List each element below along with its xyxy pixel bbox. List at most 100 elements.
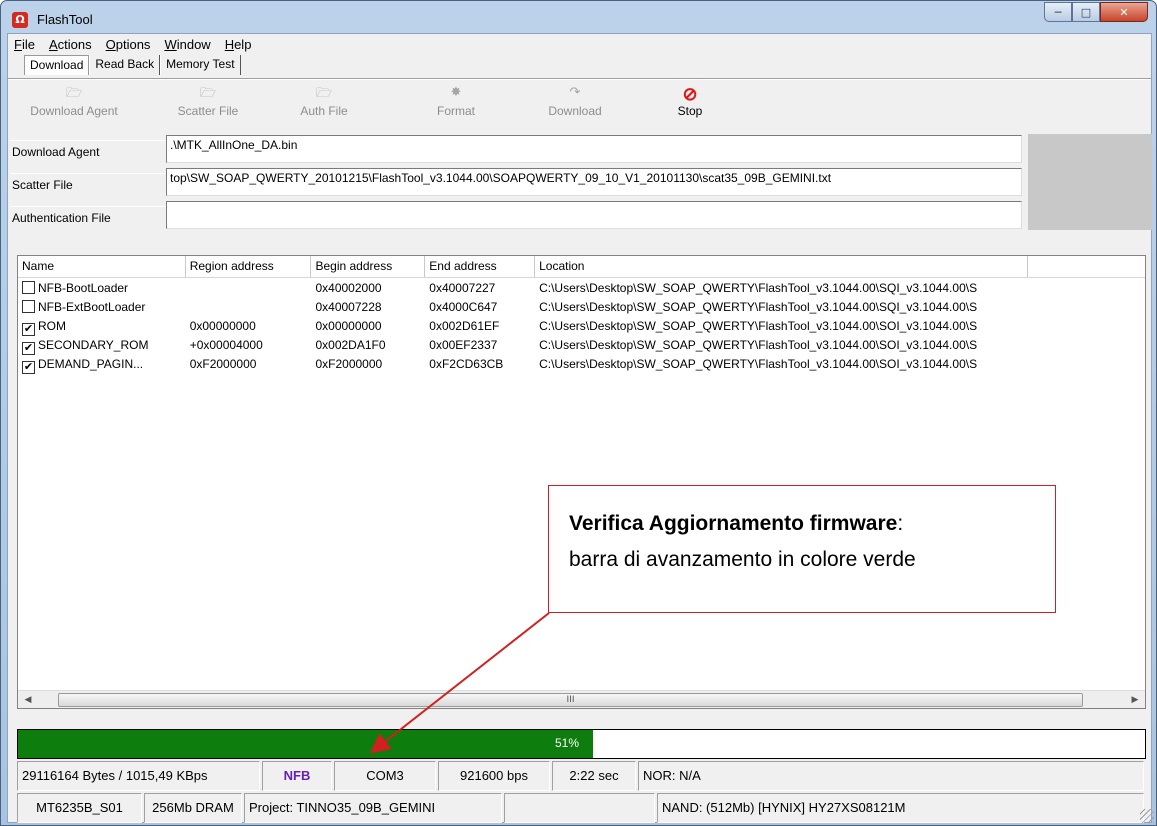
tab-memory-test[interactable]: Memory Test (160, 55, 241, 75)
tab-read-back[interactable]: Read Back (89, 55, 161, 75)
status-nand: NAND: (512Mb) [HYNIX] HY27XS08121M (657, 793, 1144, 823)
table-row[interactable]: NFB-BootLoader 0x40002000 0x40007227 C:\… (18, 279, 1145, 298)
folder-open-icon: 🗁 (315, 85, 333, 100)
column-header-begin[interactable]: Begin address (311, 256, 426, 277)
folder-open-icon: 🗁 (199, 85, 217, 100)
row-begin: 0xF2000000 (315, 357, 383, 371)
table-row[interactable]: DEMAND_PAGIN... 0xF2000000 0xF2000000 0x… (18, 355, 1145, 374)
menu-help[interactable]: Help (225, 37, 252, 52)
region-list[interactable]: Name Region address Begin address End ad… (17, 255, 1146, 709)
row-name-cell: ROM (18, 317, 186, 336)
row-checkbox[interactable] (22, 281, 35, 294)
stop-button-label: Stop (677, 104, 703, 118)
row-location: C:\Users\Desktop\SW_SOAP_QWERTY\FlashToo… (539, 300, 978, 314)
download-agent-row: Download Agent .\MTK_AllInOne_DA.bin (8, 134, 1026, 166)
callout-line-1: Verifica Aggiornamento firmware: (569, 506, 1055, 542)
auth-file-button-label: Auth File (300, 104, 348, 118)
tab-strip: Download Read Back Memory Test (24, 55, 241, 75)
table-row[interactable]: SECONDARY_ROM +0x00004000 0x002DA1F0 0x0… (18, 336, 1145, 355)
row-checkbox[interactable] (22, 361, 35, 374)
stop-icon: ⊘ (682, 84, 698, 104)
status-bar-2: MT6235B_S01 256Mb DRAM Project: TINNO35_… (17, 793, 1146, 823)
column-header-name[interactable]: Name (18, 256, 186, 277)
status-time: 2:22 sec (552, 761, 636, 791)
close-button[interactable]: ✕ (1100, 2, 1148, 22)
callout-colon: : (897, 512, 904, 535)
tab-download[interactable]: Download (24, 55, 90, 75)
status-bar-1: 29116164 Bytes / 1015,49 KBps NFB COM3 9… (17, 761, 1146, 791)
toolbar: 🗁 Download Agent 🗁 Scatter File 🗁 Auth F… (8, 84, 1151, 134)
row-region: 0xF2000000 (189, 357, 257, 371)
progress-bar-fill (18, 730, 593, 758)
status-transfer: 29116164 Bytes / 1015,49 KBps (17, 761, 260, 791)
folder-open-icon: 🗁 (65, 85, 83, 100)
row-location: C:\Users\Desktop\SW_SOAP_QWERTY\FlashToo… (539, 338, 978, 352)
column-header-end[interactable]: End address (425, 256, 536, 277)
column-header-filler (1028, 256, 1145, 277)
resize-grip-icon[interactable] (1140, 809, 1154, 823)
menu-options[interactable]: Options (106, 37, 151, 52)
status-blank (504, 793, 655, 823)
menu-bar: File Actions Options Window Help (8, 34, 1151, 54)
row-end: 0x4000C647 (429, 300, 498, 314)
list-header: Name Region address Begin address End ad… (18, 256, 1145, 278)
row-begin: 0x40007228 (315, 300, 382, 314)
row-name-cell: DEMAND_PAGIN... (18, 355, 186, 374)
status-nor: NOR: N/A (638, 761, 1144, 791)
scroll-right-icon[interactable]: ▶ (1128, 693, 1142, 707)
row-location: C:\Users\Desktop\SW_SOAP_QWERTY\FlashToo… (539, 281, 978, 295)
download-agent-field[interactable]: .\MTK_AllInOne_DA.bin (166, 135, 1022, 163)
status-project: Project: TINNO35_09B_GEMINI (244, 793, 502, 823)
format-button[interactable]: ✸ Format (430, 84, 482, 118)
download-agent-button[interactable]: 🗁 Download Agent (8, 84, 140, 118)
format-icon: ✸ (450, 84, 462, 99)
row-name: NFB-ExtBootLoader (38, 300, 146, 314)
row-end: 0x002D61EF (429, 319, 500, 333)
row-name-cell: NFB-ExtBootLoader (18, 298, 186, 317)
callout-line-2: barra di avanzamento in colore verde (569, 548, 916, 571)
auth-file-row: Authentication File (8, 200, 1026, 232)
download-button[interactable]: ↷ Download (538, 84, 612, 118)
maximize-button[interactable]: □ (1072, 2, 1100, 22)
status-dram: 256Mb DRAM (144, 793, 242, 823)
row-checkbox[interactable] (22, 300, 35, 313)
minimize-button[interactable]: ─ (1044, 2, 1072, 22)
table-row[interactable]: ROM 0x00000000 0x00000000 0x002D61EF C:\… (18, 317, 1145, 336)
side-panel (1028, 134, 1152, 230)
stop-button[interactable]: ⊘ Stop (670, 84, 710, 118)
row-location: C:\Users\Desktop\SW_SOAP_QWERTY\FlashToo… (539, 357, 978, 371)
row-name: ROM (38, 319, 66, 333)
row-checkbox[interactable] (22, 342, 35, 355)
scatter-file-field[interactable]: top\SW_SOAP_QWERTY_20101215\FlashTool_v3… (166, 168, 1022, 196)
download-icon: ↷ (569, 84, 581, 99)
status-chip: MT6235B_S01 (17, 793, 142, 823)
auth-file-button[interactable]: 🗁 Auth File (292, 84, 356, 118)
scroll-left-icon[interactable]: ◀ (21, 693, 35, 707)
menu-actions[interactable]: Actions (49, 37, 92, 52)
row-begin: 0x40002000 (315, 281, 382, 295)
row-end: 0xF2CD63CB (429, 357, 504, 371)
scroll-thumb[interactable]: III (58, 693, 1083, 707)
row-name-cell: NFB-BootLoader (18, 279, 186, 298)
menu-window[interactable]: Window (164, 37, 210, 52)
scatter-file-button[interactable]: 🗁 Scatter File (166, 84, 250, 118)
progress-percent: 51% (555, 736, 580, 750)
scatter-file-label: Scatter File (10, 173, 166, 195)
row-name: SECONDARY_ROM (38, 338, 149, 352)
progress-bar: 51% (17, 729, 1146, 759)
download-agent-label: Download Agent (10, 140, 166, 162)
row-begin: 0x00000000 (315, 319, 382, 333)
row-checkbox[interactable] (22, 323, 35, 336)
row-begin: 0x002DA1F0 (315, 338, 386, 352)
menu-file[interactable]: File (14, 37, 35, 52)
window-title: FlashTool (37, 12, 93, 27)
tab-separator (8, 78, 1151, 80)
column-header-region[interactable]: Region address (186, 256, 312, 277)
table-row[interactable]: NFB-ExtBootLoader 0x40007228 0x4000C647 … (18, 298, 1145, 317)
auth-file-field[interactable] (166, 201, 1022, 229)
callout-bold-text: Verifica Aggiornamento firmware (569, 512, 898, 535)
column-header-location[interactable]: Location (535, 256, 1029, 277)
horizontal-scrollbar[interactable]: ◀ III ▶ (18, 690, 1145, 708)
row-location: C:\Users\Desktop\SW_SOAP_QWERTY\FlashToo… (539, 319, 978, 333)
row-end: 0x00EF2337 (429, 338, 498, 352)
